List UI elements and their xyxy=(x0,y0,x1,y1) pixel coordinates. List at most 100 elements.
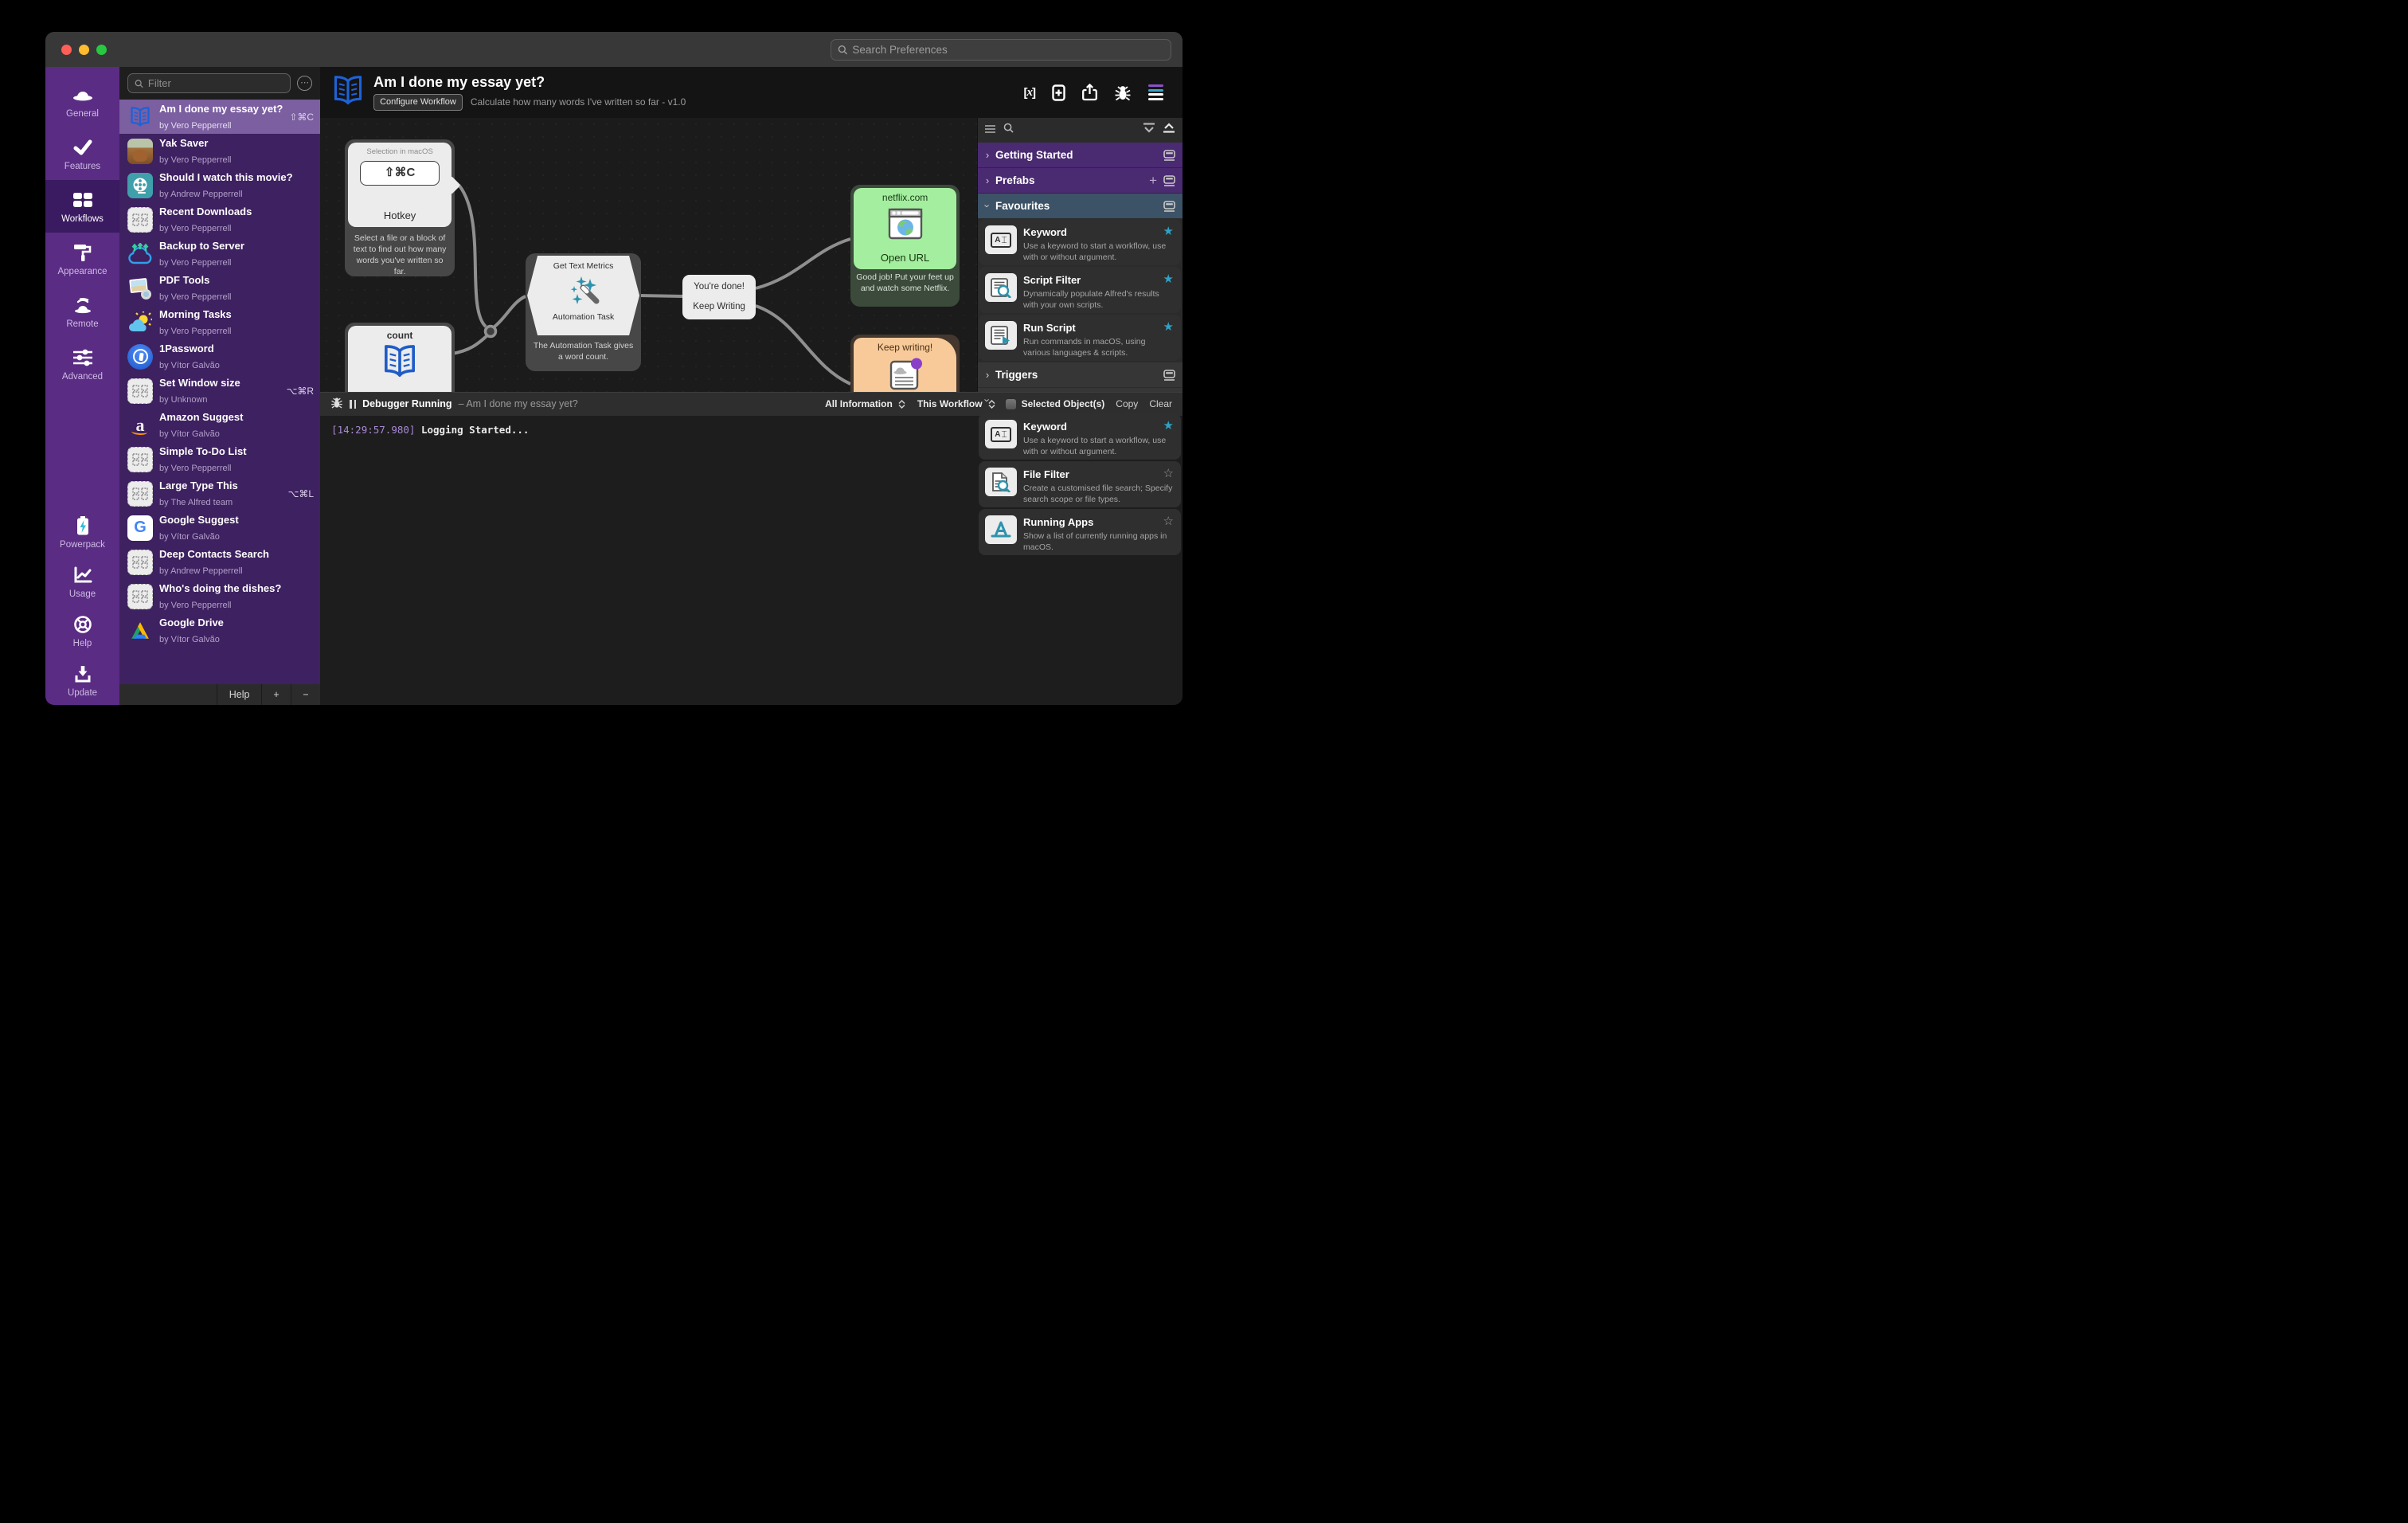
zoom-window-button[interactable] xyxy=(96,44,107,55)
workflow-row[interactable]: Deep Contacts Search by Andrew Pepperrell xyxy=(119,545,320,579)
wire-junction-dot[interactable] xyxy=(483,324,498,339)
workflow-row[interactable]: Set Window size by Unknown ⌥⌘R xyxy=(119,374,320,408)
palette-toggle-icon[interactable] xyxy=(1148,84,1163,101)
workflow-filter-input[interactable] xyxy=(147,77,284,89)
panel-icon[interactable] xyxy=(1163,174,1175,186)
workflow-row[interactable]: Large Type This by The Alfred team ⌥⌘L xyxy=(119,476,320,511)
open-url-node-group[interactable]: netflix.com Open URL Good job! Put your … xyxy=(850,185,960,307)
panel-icon[interactable] xyxy=(1163,149,1175,161)
automation-task-node-group[interactable]: Get Text Metrics Automation Task The Aut… xyxy=(526,253,642,371)
palette-section-triggers[interactable]: › Triggers xyxy=(978,362,1182,387)
debugger-bug-icon[interactable] xyxy=(1114,84,1132,101)
sidebar-item-workflows[interactable]: Workflows xyxy=(45,180,119,233)
chevron-updown-icon[interactable] xyxy=(898,399,905,409)
log-scope-dropdown[interactable]: This Workflow xyxy=(917,398,983,409)
download-icon xyxy=(73,664,92,684)
sidebar-item-label: Workflows xyxy=(61,213,104,224)
palette-item-running-apps[interactable]: Running Apps Show a list of currently run… xyxy=(979,509,1181,555)
workflow-row[interactable]: 1Password by Vítor Galvão xyxy=(119,339,320,374)
hotkey-node[interactable]: Selection in macOS ⇧⌘C Hotkey xyxy=(348,143,461,227)
log-level-dropdown[interactable]: All Information xyxy=(825,398,893,409)
placeholder-icon xyxy=(127,583,153,609)
object-palette: › Getting Started › Prefabs + › Favourit… xyxy=(977,118,1182,555)
palette-item-run-script[interactable]: Run Script Run commands in macOS, using v… xyxy=(979,315,1181,361)
collapse-all-icon[interactable] xyxy=(1143,123,1155,137)
sidebar-item-features[interactable]: Features xyxy=(45,127,119,180)
sidebar-item-help[interactable]: Help xyxy=(45,606,119,656)
keyword-node[interactable]: count Keyword xyxy=(348,326,452,392)
pause-icon[interactable] xyxy=(350,399,357,409)
expand-all-icon[interactable] xyxy=(1163,123,1175,137)
palette-item-file-filter[interactable]: File Filter Create a customised file sear… xyxy=(979,461,1181,507)
copy-button[interactable]: Copy xyxy=(1116,398,1138,409)
workflow-filter-field[interactable] xyxy=(127,73,291,93)
sidebar-item-powerpack[interactable]: Powerpack xyxy=(45,507,119,557)
search-icon[interactable] xyxy=(1003,123,1014,137)
workflow-row-selected[interactable]: Am I done my essay yet? by Vero Pepperrel… xyxy=(119,100,321,134)
configure-workflow-button[interactable]: Configure Workflow xyxy=(373,94,463,111)
variables-icon[interactable]: [x] xyxy=(1024,84,1036,101)
favourite-star-icon[interactable]: ★ xyxy=(1163,272,1174,286)
list-footer-bar: Help + − xyxy=(119,684,321,705)
selected-objects-label: Selected Object(s) xyxy=(1021,398,1105,409)
workflow-row[interactable]: G Google Suggest by Vítor Galvão xyxy=(119,511,320,545)
add-workflow-button[interactable]: + xyxy=(261,684,291,705)
add-prefab-icon[interactable]: + xyxy=(1149,174,1157,187)
condition-option-done[interactable]: You're done! xyxy=(682,282,756,292)
workflow-row[interactable]: Google Drive by Vítor Galvão xyxy=(119,613,320,648)
list-options-button[interactable]: ⋯ xyxy=(297,76,313,91)
run-script-icon xyxy=(985,321,1017,350)
panel-icon[interactable] xyxy=(1163,369,1175,381)
share-icon[interactable] xyxy=(1082,84,1097,101)
favourite-star-icon[interactable]: ★ xyxy=(1163,224,1174,238)
selected-objects-checkbox[interactable] xyxy=(1005,398,1016,409)
workflow-canvas[interactable]: Selection in macOS ⇧⌘C Hotkey Select a f… xyxy=(320,118,977,392)
post-notification-node-group[interactable]: Keep writing! Post Notification Get a wo… xyxy=(850,335,960,392)
remove-workflow-button[interactable]: − xyxy=(291,684,320,705)
sidebar-item-update[interactable]: Update xyxy=(45,656,119,705)
workflow-row[interactable]: Who's doing the dishes? by Vero Pepperrel… xyxy=(119,579,320,613)
panel-icon[interactable] xyxy=(1163,200,1175,212)
workflow-row[interactable]: Should I watch this movie? by Andrew Pepp… xyxy=(119,168,320,202)
sidebar-item-remote[interactable]: Remote xyxy=(45,285,119,338)
palette-item-keyword[interactable]: A ⌶ Keyword Use a keyword to start a workf… xyxy=(979,413,1181,460)
workflow-row[interactable]: PDF Tools by Vero Pepperrell xyxy=(119,271,320,305)
sidebar-item-general[interactable]: General xyxy=(45,75,119,127)
hotkey-node-group[interactable]: Selection in macOS ⇧⌘C Hotkey Select a f… xyxy=(345,139,461,276)
favourite-star-icon[interactable]: ★ xyxy=(1163,319,1174,334)
palette-section-prefabs[interactable]: › Prefabs + xyxy=(978,168,1182,193)
close-window-button[interactable] xyxy=(61,44,72,55)
workflow-row[interactable]: a Amazon Suggest by Vítor Galvão xyxy=(119,408,320,442)
palette-section-favourites[interactable]: › Favourites xyxy=(978,194,1182,218)
search-preferences-input[interactable] xyxy=(852,44,1164,56)
sidebar-item-advanced[interactable]: Advanced xyxy=(45,338,119,390)
condition-option-keep-writing[interactable]: Keep Writing xyxy=(682,302,756,311)
hotkey-keys[interactable]: ⇧⌘C xyxy=(360,160,440,186)
open-url-node[interactable]: netflix.com Open URL xyxy=(854,188,957,269)
menu-icon[interactable] xyxy=(985,123,995,137)
palette-item-script-filter[interactable]: Script Filter Dynamically populate Alfred… xyxy=(979,267,1181,313)
automation-task-node[interactable]: Get Text Metrics Automation Task xyxy=(527,256,639,335)
favourite-star-icon[interactable]: ★ xyxy=(1163,418,1174,433)
post-notification-node[interactable]: Keep writing! Post Notification xyxy=(854,338,957,392)
remote-hat-icon xyxy=(72,295,94,315)
favourite-star-outline-icon[interactable]: ☆ xyxy=(1163,466,1174,480)
workflow-row[interactable]: Yak Saver by Vero Pepperrell xyxy=(119,134,320,168)
node-type-label: Open URL xyxy=(880,251,930,264)
keyword-node-group[interactable]: count Keyword Use the keyword "count" an… xyxy=(345,323,455,392)
help-button[interactable]: Help xyxy=(217,684,261,705)
palette-item-keyword[interactable]: A ⌶ Keyword Use a keyword to start a workf… xyxy=(979,219,1181,265)
workflow-row[interactable]: Morning Tasks by Vero Pepperrell xyxy=(119,305,320,339)
workflow-row[interactable]: Simple To-Do List by Vero Pepperrell xyxy=(119,442,320,476)
palette-section-getting-started[interactable]: › Getting Started xyxy=(978,143,1182,167)
minimize-window-button[interactable] xyxy=(79,44,89,55)
add-object-icon[interactable] xyxy=(1052,84,1065,101)
sidebar-item-appearance[interactable]: Appearance xyxy=(45,233,119,285)
workflow-row[interactable]: Backup to Server by Vero Pepperrell xyxy=(119,237,320,271)
favourite-star-outline-icon[interactable]: ☆ xyxy=(1163,514,1174,528)
conditional-node[interactable]: You're done! Keep Writing xyxy=(682,275,756,319)
workflow-row[interactable]: Recent Downloads by Vero Pepperrell xyxy=(119,202,320,237)
clear-button[interactable]: Clear xyxy=(1149,398,1172,409)
sidebar-item-usage[interactable]: Usage xyxy=(45,557,119,606)
search-preferences-field[interactable] xyxy=(831,39,1171,61)
